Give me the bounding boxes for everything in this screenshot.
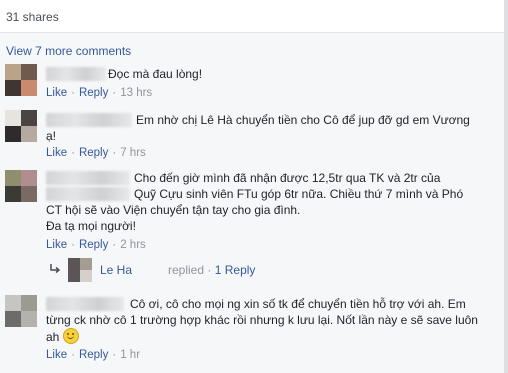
separator: ·	[207, 263, 212, 277]
comment-actions: Like · Reply · 7 hrs	[46, 147, 146, 159]
blurred-author-name[interactable]	[46, 297, 124, 311]
reply-link[interactable]: Reply	[79, 239, 108, 251]
comment-text-line: Cho đến giờ mình đã nhận được 12,5tr qua…	[134, 171, 441, 185]
comment-text-tail: ah	[46, 330, 60, 344]
comment: Cô ơi, cô cho mọi ng xin số tk để chuyển…	[0, 290, 504, 370]
reply-avatar[interactable]	[68, 258, 92, 282]
comment-text-line: Em nhờ chị Lê Hà chuyển tiền cho Cô để j…	[136, 113, 470, 127]
comment-text-line: từng ck nhờ cô 1 trường hợp khác rồi như…	[46, 313, 478, 327]
separator: ·	[112, 349, 117, 361]
comment: Em nhờ chị Lê Hà chuyển tiền cho Cô để j…	[0, 108, 504, 164]
avatar[interactable]	[5, 110, 37, 142]
separator: ·	[112, 87, 117, 99]
view-more-comments-link[interactable]: View 7 more comments	[6, 44, 131, 58]
comment-time[interactable]: 1 hr	[120, 349, 140, 361]
like-link[interactable]: Like	[46, 349, 67, 361]
avatar[interactable]	[5, 64, 37, 96]
shares-count[interactable]: 31 shares	[6, 10, 59, 24]
reply-arrow-icon	[50, 264, 61, 274]
reply-link[interactable]: Reply	[79, 147, 108, 159]
reply-link[interactable]: Reply	[79, 349, 108, 361]
comment: Đọc mà đau lòng! Like · Reply · 13 hrs	[0, 62, 504, 104]
reply-meta: replied · 1 Reply	[168, 263, 255, 277]
separator: ·	[112, 239, 117, 251]
like-link[interactable]: Like	[46, 87, 67, 99]
shares-bar: 31 shares	[0, 0, 508, 33]
comment-text-line: CT hội sẽ vào Viện chuyển tận tay cho gi…	[46, 203, 301, 217]
separator: ·	[112, 147, 117, 159]
comment-time[interactable]: 2 hrs	[120, 239, 146, 251]
comment-text: Đọc mà đau lòng!	[108, 67, 203, 81]
reply-link[interactable]: Reply	[79, 87, 108, 99]
comment-time[interactable]: 7 hrs	[120, 147, 146, 159]
like-link[interactable]: Like	[46, 239, 67, 251]
comment-time[interactable]: 13 hrs	[120, 87, 152, 99]
reply-summary[interactable]: Le Ha replied · 1 Reply	[46, 258, 346, 282]
like-link[interactable]: Like	[46, 147, 67, 159]
comment-text-line: Quỹ Cựu sinh viên FTu góp 6tr nữa. Chiều…	[134, 187, 464, 201]
blurred-author-name[interactable]	[46, 171, 130, 185]
comment-actions: Like · Reply · 1 hr	[46, 349, 140, 361]
comment-text-line: Cô ơi, cô cho mọi ng xin số tk để chuyển…	[130, 297, 466, 311]
comment-text-line: ah	[46, 328, 79, 345]
separator: ·	[71, 239, 75, 251]
separator: ·	[71, 87, 75, 99]
separator: ·	[71, 147, 75, 159]
blurred-author-name[interactable]	[46, 113, 132, 127]
comment-text-line: ạ!	[46, 129, 57, 143]
blurred-author-name[interactable]	[46, 67, 106, 81]
comment: Cho đến giờ mình đã nhận được 12,5tr qua…	[0, 164, 504, 256]
comment-text-line: Đa tạ mọi người!	[46, 219, 136, 233]
avatar[interactable]	[5, 170, 37, 202]
reply-author-name[interactable]: Le Ha	[100, 263, 132, 277]
avatar[interactable]	[5, 295, 37, 327]
blurred-author-name[interactable]	[46, 187, 130, 201]
grinning-face-icon	[62, 328, 79, 344]
reply-count-link[interactable]: 1 Reply	[215, 263, 256, 277]
comment-actions: Like · Reply · 13 hrs	[46, 87, 152, 99]
separator: ·	[71, 349, 75, 361]
replied-label: replied	[168, 263, 205, 277]
scrollbar-edge[interactable]	[504, 0, 508, 373]
comment-actions: Like · Reply · 2 hrs	[46, 239, 146, 251]
